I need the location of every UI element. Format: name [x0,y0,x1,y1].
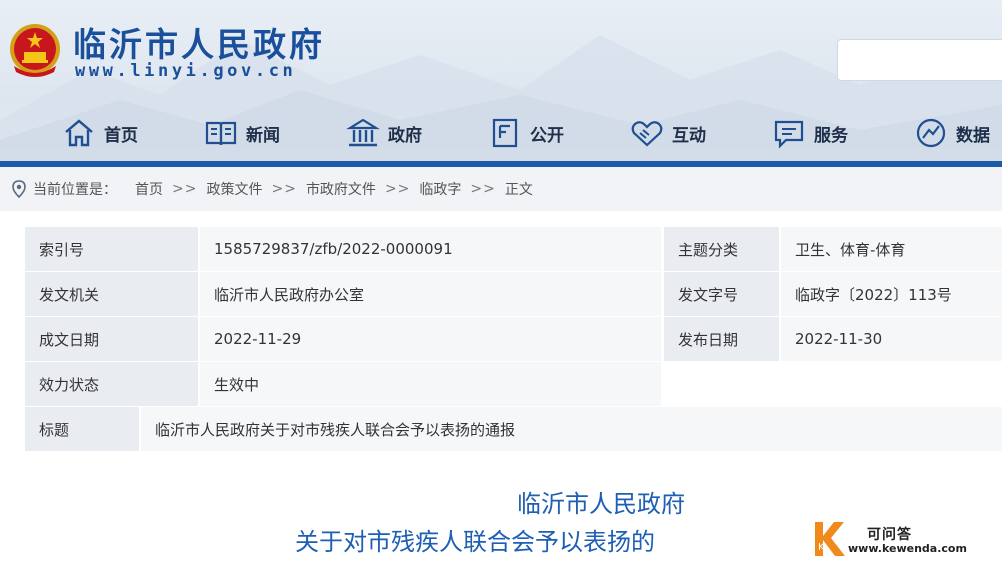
created-date-label: 成文日期 [25,317,198,361]
nav-label: 政府 [388,125,422,146]
site-header: 临沂市人民政府 www.linyi.gov.cn 首页 新闻 政府 公开 互动 … [0,0,1002,163]
watermark-name: 可问答 [867,527,912,543]
table-row: 发文机关 临沂市人民政府办公室 发文字号 临政字〔2022〕113号 [25,272,1002,317]
breadcrumb-link-policy[interactable]: 政策文件 [206,179,262,199]
k-logo-icon: K [815,522,845,556]
topic-value: 卫生、体育-体育 [781,227,1002,271]
nav-label: 首页 [104,125,138,146]
location-pin-icon [12,180,26,198]
nav-item-services[interactable]: 服务 [772,110,848,156]
docno-label: 发文字号 [664,272,779,316]
table-row: 索引号 1585729837/zfb/2022-0000091 主题分类 卫生、… [25,227,1002,272]
table-row: 成文日期 2022-11-29 发布日期 2022-11-30 [25,317,1002,362]
data-icon [916,118,946,148]
nav-item-government[interactable]: 政府 [346,110,422,156]
main-nav: 首页 新闻 政府 公开 互动 服务 数据 [0,110,1002,156]
breadcrumb-separator: >> [470,181,496,197]
table-row: 效力状态 生效中 [25,362,1002,407]
breadcrumb-current: 正文 [504,182,533,198]
nav-label: 新闻 [246,125,280,146]
nav-label: 数据 [956,125,990,146]
nav-label: 服务 [814,125,848,146]
topic-label: 主题分类 [664,227,779,271]
breadcrumb-link-city-files[interactable]: 市政府文件 [306,179,376,199]
issuer-value: 临沂市人民政府办公室 [200,272,661,316]
watermark-url: www.kewenda.com [848,542,967,555]
watermark-letter: K [818,542,825,553]
home-icon [65,119,93,147]
index-value: 1585729837/zfb/2022-0000091 [200,227,661,271]
breadcrumb-prefix: 当前位置是： [33,182,117,198]
document-icon [492,118,518,148]
text-fade-overlay [770,516,810,560]
breadcrumb: 当前位置是： 首页 >> 政策文件 >> 市政府文件 >> 临政字 >> 正文 [0,167,1002,211]
search-input[interactable] [837,39,1002,81]
created-date-value: 2022-11-29 [200,317,661,361]
breadcrumb-link-linzhengzi[interactable]: 临政字 [419,179,461,199]
index-label: 索引号 [25,227,198,271]
nav-item-disclosure[interactable]: 公开 [488,110,564,156]
nav-item-news[interactable]: 新闻 [204,110,280,156]
nav-item-home[interactable]: 首页 [62,110,138,156]
breadcrumb-separator: >> [271,181,297,197]
title-value: 临沂市人民政府关于对市残疾人联合会予以表扬的通报 [141,407,1002,451]
docno-value: 临政字〔2022〕113号 [781,272,1002,316]
site-url: www.linyi.gov.cn [75,61,297,81]
nav-item-interaction[interactable]: 互动 [630,110,706,156]
published-date-value: 2022-11-30 [781,317,1002,361]
nav-item-data[interactable]: 数据 [914,110,990,156]
status-label: 效力状态 [25,362,198,406]
nav-label: 公开 [530,125,564,146]
status-value: 生效中 [200,362,661,406]
document-title-line1: 临沂市人民政府 [517,490,685,518]
breadcrumb-link-home[interactable]: 首页 [135,179,163,199]
breadcrumb-separator: >> [384,181,411,197]
handshake-icon [631,121,663,147]
watermark-logo: K 可问答 www.kewenda.com [812,520,1002,560]
site-title[interactable]: 临沂市人民政府 [73,18,325,66]
news-icon [205,121,237,146]
table-row: 标题 临沂市人民政府关于对市残疾人联合会予以表扬的通报 [25,407,1002,452]
published-date-label: 发布日期 [664,317,779,361]
chat-icon [774,120,804,149]
government-icon [346,118,380,147]
title-label: 标题 [25,407,139,451]
national-emblem-icon [10,24,60,77]
nav-label: 互动 [672,125,706,146]
breadcrumb-separator: >> [172,181,198,197]
issuer-label: 发文机关 [25,272,198,316]
